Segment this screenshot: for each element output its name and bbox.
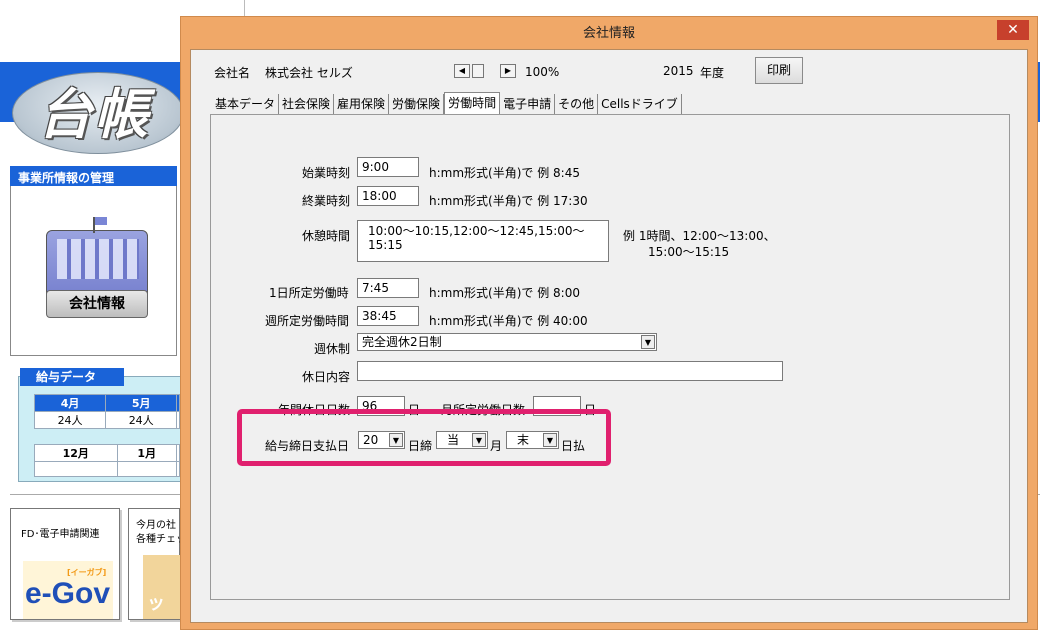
pay-dates-highlight	[237, 409, 611, 466]
end-time-hint: h:mm形式(半角)で 例 17:30	[429, 194, 588, 208]
holiday-content-input[interactable]	[357, 361, 783, 381]
employee-count	[116, 461, 177, 477]
tab-working-hours[interactable]: 労働時間	[444, 92, 501, 114]
end-time-input[interactable]: 18:00	[357, 186, 419, 206]
start-time-hint: h:mm形式(半角)で 例 8:45	[429, 166, 580, 180]
start-time-label: 始業時刻	[302, 166, 351, 180]
start-time-input[interactable]: 9:00	[357, 157, 419, 177]
tab-employment-insurance[interactable]: 雇用保険	[334, 94, 390, 114]
fiscal-year-value: 2015	[663, 64, 694, 78]
dialog-client-area: 会社名 株式会社 セルズ ◀ ▶ 100% 2015 年度 印刷 基本データ 社…	[190, 49, 1028, 623]
employee-count	[34, 461, 118, 477]
break-time-label: 休憩時間	[302, 229, 351, 243]
tab-other[interactable]: その他	[555, 94, 599, 114]
tab-cells-drive[interactable]: Cellsドライブ	[598, 94, 682, 114]
clipboard-icon: ッ	[143, 555, 181, 619]
weekly-hours-label: 週所定労働時間	[265, 314, 350, 328]
weekly-holiday-label: 週休制	[314, 342, 351, 356]
break-time-hint-line2: 15:00～15:15	[648, 245, 730, 259]
employee-count: 24人	[105, 411, 178, 429]
zoom-slider-thumb[interactable]	[472, 64, 484, 78]
zoom-level: 100%	[525, 65, 560, 79]
month-header[interactable]: 12月	[34, 444, 118, 462]
tab-social-insurance[interactable]: 社会保険	[279, 94, 335, 114]
monthly-check-label: 今月の社 各種チェッ	[136, 520, 186, 545]
print-button[interactable]: 印刷	[755, 57, 803, 84]
daily-hours-label: 1日所定労働時	[269, 286, 349, 300]
egov-tile-label: FD･電子申請関連	[21, 529, 100, 540]
tab-e-application[interactable]: 電子申請	[500, 94, 556, 114]
weekly-holiday-select[interactable]: 完全週休2日制 ▼	[357, 333, 657, 351]
weekly-holiday-value: 完全週休2日制	[362, 335, 442, 349]
month-header[interactable]: 1月	[116, 444, 177, 462]
tab-labor-insurance[interactable]: 労働保険	[389, 94, 445, 114]
fiscal-year-label: 年度	[700, 66, 725, 80]
payroll-table-row2: 12月 1月	[34, 444, 181, 477]
holiday-content-label: 休日内容	[302, 370, 351, 384]
month-header[interactable]: 5月	[105, 394, 178, 412]
monthly-check-tile[interactable]: 今月の社 各種チェッ ッ	[128, 508, 186, 620]
company-info-button[interactable]: 会社情報	[46, 290, 148, 318]
weekly-hours-hint: h:mm形式(半角)で 例 40:00	[429, 314, 588, 328]
daily-hours-input[interactable]: 7:45	[357, 278, 419, 298]
working-hours-tabpage	[210, 114, 1010, 600]
weekly-hours-input[interactable]: 38:45	[357, 306, 419, 326]
chevron-down-icon[interactable]: ▼	[641, 335, 655, 349]
egov-tile[interactable]: FD･電子申請関連 [イーガブ] e-Gov	[10, 508, 120, 620]
company-info-dialog: 会社情報 ✕ 会社名 株式会社 セルズ ◀ ▶ 100% 2015 年度 印刷 …	[180, 16, 1038, 630]
company-name-value: 株式会社 セルズ	[265, 66, 353, 80]
zoom-in-button[interactable]: ▶	[500, 64, 516, 78]
company-name-label: 会社名	[214, 66, 251, 80]
tab-strip: 基本データ 社会保険 雇用保険 労働保険 労働時間 電子申請 その他 Cells…	[212, 92, 682, 114]
app-logo-text: 台帳	[38, 82, 150, 146]
payroll-heading: 給与データ	[20, 368, 124, 386]
break-time-input[interactable]: 10:00～10:15,12:00～12:45,15:00～15:15	[357, 220, 609, 262]
close-button[interactable]: ✕	[997, 20, 1029, 40]
break-time-hint-line1: 例 1時間、12:00～13:00、	[623, 229, 776, 243]
payroll-table-row1: 4月 5月 24人 24人	[33, 394, 180, 429]
office-info-heading: 事業所情報の管理	[10, 166, 177, 186]
dialog-title: 会社情報	[582, 26, 635, 41]
tab-basic-data[interactable]: 基本データ	[212, 94, 280, 114]
egov-logo: [イーガブ] e-Gov	[23, 561, 113, 619]
daily-hours-hint: h:mm形式(半角)で 例 8:00	[429, 286, 580, 300]
end-time-label: 終業時刻	[302, 194, 351, 208]
employee-count: 24人	[33, 411, 107, 429]
month-header[interactable]: 4月	[33, 394, 107, 412]
zoom-out-button[interactable]: ◀	[454, 64, 470, 78]
